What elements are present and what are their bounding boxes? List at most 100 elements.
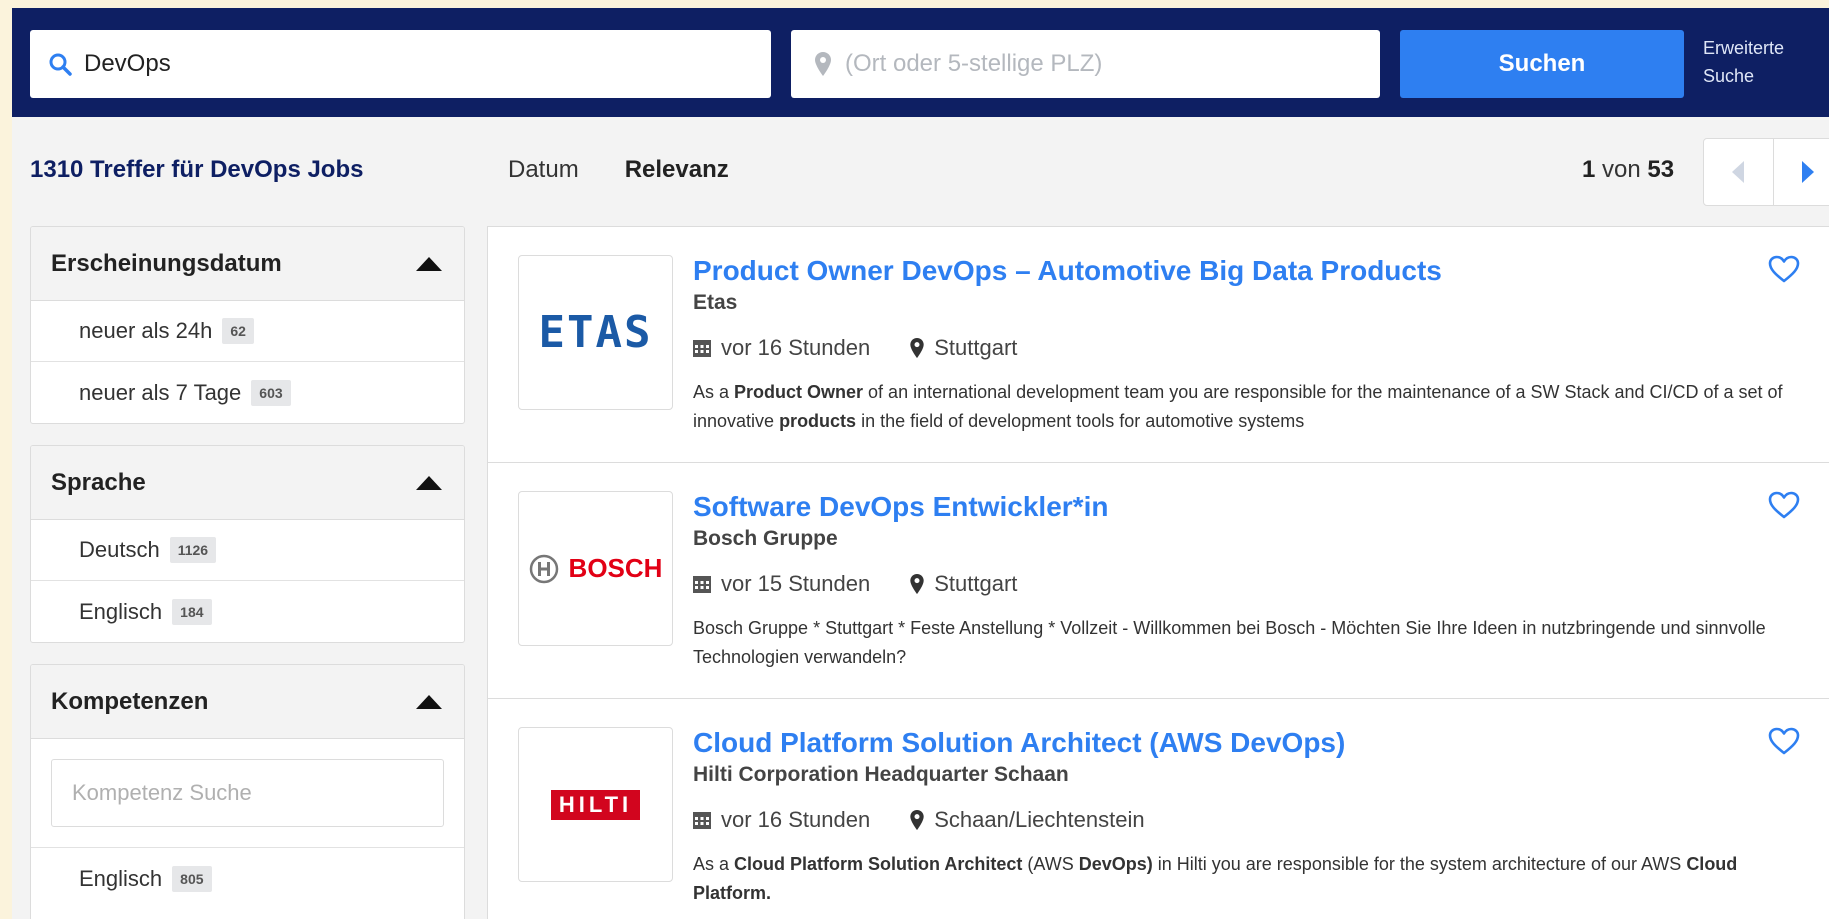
job-description-segment: Cloud Platform Solution Architect xyxy=(734,854,1023,874)
job-meta: vor 15 Stunden Stuttgart xyxy=(693,571,1057,597)
advanced-search-line1: Erweiterte xyxy=(1703,38,1785,58)
page-of-label: von xyxy=(1602,156,1641,183)
search-button[interactable]: Suchen xyxy=(1400,30,1684,98)
advanced-search-link[interactable]: Erweiterte Suche xyxy=(1703,34,1813,90)
favorite-heart-button[interactable] xyxy=(1768,491,1800,524)
posted-time-label: vor 16 Stunden xyxy=(721,807,871,832)
keyword-search-input[interactable] xyxy=(84,50,771,78)
results-count-title: 1310 Treffer für DevOps Jobs xyxy=(30,156,364,183)
favorite-heart-button[interactable] xyxy=(1768,255,1800,288)
facet-publish-date: Erscheinungsdatum neuer als 24h 62 neuer… xyxy=(30,226,465,424)
facet-header[interactable]: Erscheinungsdatum xyxy=(31,227,464,301)
facet-option[interactable]: Englisch 184 xyxy=(31,581,464,642)
count-badge: 1126 xyxy=(169,537,217,563)
facet-option-label: Englisch xyxy=(79,865,163,891)
bosch-wordmark: BOSCH xyxy=(568,553,663,583)
facet-option[interactable]: neuer als 24h 62 xyxy=(31,301,464,362)
job-location-label: Stuttgart xyxy=(934,335,1018,360)
hilti-logo: HILTI xyxy=(550,789,641,820)
job-title-link[interactable]: Product Owner DevOps – Automotive Big Da… xyxy=(693,255,1442,287)
skill-search-wrapper xyxy=(31,739,464,848)
collapse-triangle-icon xyxy=(416,475,442,490)
location-search-box[interactable] xyxy=(791,30,1380,98)
job-location-label: Stuttgart xyxy=(934,571,1018,596)
job-meta: vor 16 Stunden Schaan/Liechtenstein xyxy=(693,807,1185,833)
facet-header[interactable]: Sprache xyxy=(31,446,464,520)
map-marker-icon xyxy=(910,338,924,358)
tab-sort-relevance[interactable]: Relevanz xyxy=(622,156,731,234)
company-name: Hilti Corporation Headquarter Schaan xyxy=(693,763,1069,786)
next-page-button[interactable] xyxy=(1772,139,1829,205)
map-marker-icon xyxy=(910,810,924,830)
job-location: Stuttgart xyxy=(910,335,1017,361)
current-page: 1 xyxy=(1582,156,1596,183)
search-icon xyxy=(49,53,72,76)
job-description-segment: (AWS xyxy=(1022,854,1079,874)
job-meta: vor 16 Stunden Stuttgart xyxy=(693,335,1057,361)
company-logo[interactable]: BOSCH xyxy=(518,491,673,646)
facet-option-label: Deutsch xyxy=(79,537,160,562)
job-description-segment: products xyxy=(779,411,857,431)
job-description-segment: in Hilti you are responsible for the sys… xyxy=(1152,854,1687,874)
job-location-label: Schaan/Liechtenstein xyxy=(934,807,1145,832)
prev-page-button[interactable] xyxy=(1704,139,1773,205)
facet-option-label: neuer als 24h xyxy=(79,318,213,343)
skill-search-input[interactable] xyxy=(51,759,444,827)
heart-icon xyxy=(1768,255,1800,283)
map-marker-icon xyxy=(910,574,924,594)
job-description-segment: Bosch Gruppe * Stuttgart * Feste Anstell… xyxy=(693,618,1766,667)
keyword-search-box[interactable] xyxy=(30,30,771,98)
company-logo[interactable]: ETAS xyxy=(518,255,673,410)
facet-title: Kompetenzen xyxy=(51,687,209,715)
calendar-icon xyxy=(693,340,711,357)
job-description: Bosch Gruppe * Stuttgart * Feste Anstell… xyxy=(693,614,1813,672)
job-location: Stuttgart xyxy=(910,571,1017,597)
heart-icon xyxy=(1768,491,1800,519)
facet-option-label: Englisch xyxy=(79,598,163,624)
job-card[interactable]: BOSCH Software DevOps Entwickler*in Bosc… xyxy=(488,463,1829,699)
job-card[interactable]: HILTI Cloud Platform Solution Architect … xyxy=(488,699,1829,919)
job-description-segment: As a xyxy=(693,382,735,402)
hilti-wordmark: HILTI xyxy=(558,791,633,817)
job-card[interactable]: ETAS Product Owner DevOps – Automotive B… xyxy=(488,227,1829,463)
etas-logo: ETAS xyxy=(538,307,653,358)
favorite-heart-button[interactable] xyxy=(1768,727,1800,760)
calendar-icon xyxy=(693,576,711,593)
calendar-icon xyxy=(693,812,711,829)
posted-time: vor 15 Stunden xyxy=(693,571,870,597)
collapse-triangle-icon xyxy=(416,694,442,709)
job-description-segment: As a xyxy=(693,854,735,874)
facet-title: Erscheinungsdatum xyxy=(51,249,282,277)
facet-option[interactable]: Deutsch 1126 xyxy=(31,520,464,581)
job-location: Schaan/Liechtenstein xyxy=(910,807,1145,833)
facet-option[interactable]: neuer als 7 Tage 603 xyxy=(31,362,464,423)
advanced-search-line2: Suche xyxy=(1703,66,1755,86)
job-description: As a Product Owner of an international d… xyxy=(693,378,1813,436)
job-results-list: ETAS Product Owner DevOps – Automotive B… xyxy=(487,226,1829,919)
count-badge: 184 xyxy=(172,598,212,625)
job-title-link[interactable]: Cloud Platform Solution Architect (AWS D… xyxy=(693,727,1345,759)
count-badge: 62 xyxy=(222,318,254,344)
facet-language: Sprache Deutsch 1126 Englisch 184 xyxy=(30,445,465,643)
posted-time-label: vor 15 Stunden xyxy=(721,571,871,596)
facet-title: Sprache xyxy=(51,468,146,496)
bosch-emblem-icon xyxy=(529,554,558,583)
facet-header[interactable]: Kompetenzen xyxy=(31,665,464,739)
facet-option[interactable]: Englisch 805 xyxy=(31,848,464,909)
posted-time: vor 16 Stunden xyxy=(693,807,870,833)
map-marker-icon xyxy=(815,52,831,76)
page: Suchen Erweiterte Suche 1310 Treffer für… xyxy=(12,8,1829,919)
job-description-segment: Product Owner xyxy=(734,382,864,402)
count-badge: 805 xyxy=(172,865,212,892)
caret-right-icon xyxy=(1801,161,1814,183)
job-title-link[interactable]: Software DevOps Entwickler*in xyxy=(693,491,1108,523)
tab-sort-date[interactable]: Datum xyxy=(508,156,579,234)
company-logo[interactable]: HILTI xyxy=(518,727,673,882)
facet-skills: Kompetenzen Englisch 805 xyxy=(30,664,465,919)
job-description-segment: DevOps) xyxy=(1078,854,1153,874)
job-description: As a Cloud Platform Solution Architect (… xyxy=(693,850,1813,908)
posted-time-label: vor 16 Stunden xyxy=(721,335,871,360)
location-search-input[interactable] xyxy=(845,50,1380,78)
sort-tabs: Datum Relevanz xyxy=(508,156,775,234)
count-badge: 603 xyxy=(251,379,291,406)
